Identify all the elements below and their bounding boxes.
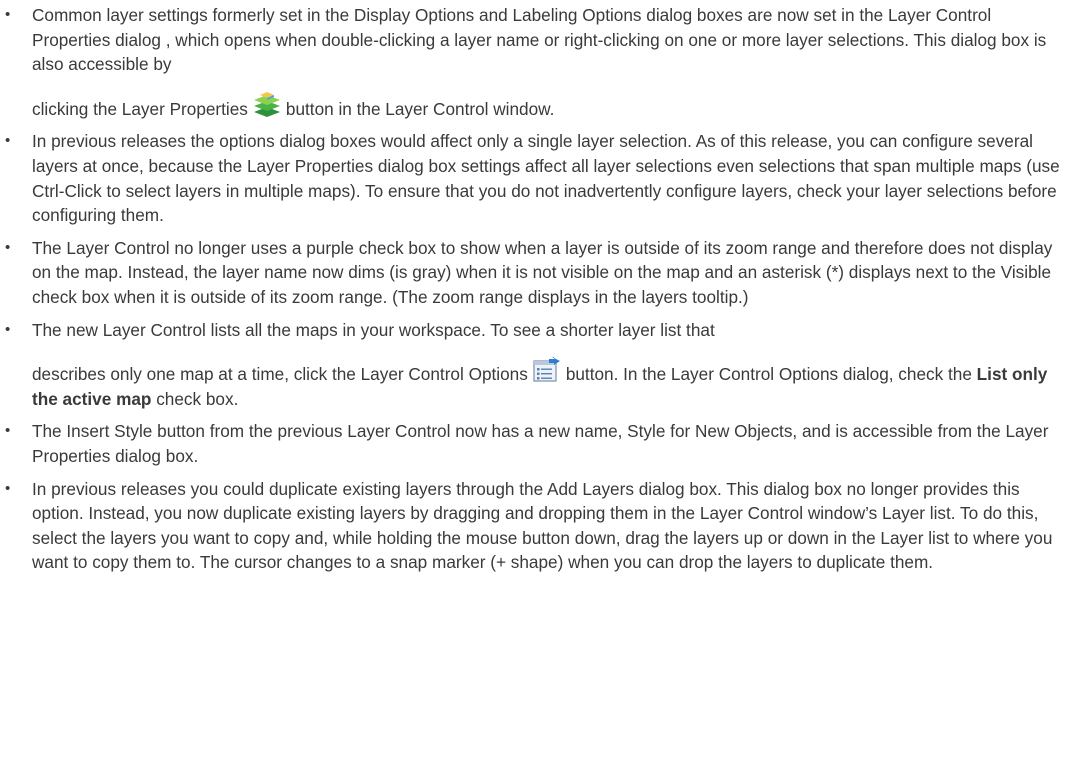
paragraph-text: In previous releases you could duplicate… <box>32 478 1053 573</box>
bullet-marker: • <box>5 422 11 440</box>
list-item: • The Layer Control no longer uses a pur… <box>0 236 1071 310</box>
paragraph-text: button in the Layer Control window. <box>285 98 555 119</box>
bullet-marker: • <box>5 479 11 497</box>
bullet-marker: • <box>5 6 11 23</box>
paragraph-text: The Layer Control no longer uses a purpl… <box>32 237 1053 307</box>
paragraph-text: check box. <box>156 388 239 409</box>
paragraph-text: The Insert Style button from the previou… <box>32 421 1049 466</box>
bullet-marker: • <box>5 320 11 338</box>
list-item: • The Insert Style button from the previ… <box>0 419 1071 468</box>
list-item: • The new Layer Control lists all the ma… <box>0 318 1071 412</box>
paragraph-text: Common layer settings formerly set in th… <box>32 5 1047 75</box>
bullet-list: • Common layer settings formerly set in … <box>0 3 1071 575</box>
paragraph-text: clicking the Layer Properties <box>32 98 248 119</box>
paragraph-text: In previous releases the options dialog … <box>32 131 1060 226</box>
layer-control-options-icon <box>532 356 562 384</box>
bullet-marker: • <box>5 132 11 150</box>
layer-properties-icon <box>252 91 282 119</box>
paragraph-text: button. In the Layer Control Options dia… <box>565 364 972 385</box>
paragraph-text: describes only one map at a time, click … <box>32 364 528 385</box>
document-body: • Common layer settings formerly set in … <box>0 0 1071 575</box>
paragraph-text: The new Layer Control lists all the maps… <box>32 319 715 340</box>
list-item: • In previous releases you could duplica… <box>0 477 1071 575</box>
bullet-marker: • <box>5 238 11 256</box>
list-item: • In previous releases the options dialo… <box>0 129 1071 227</box>
list-item: • Common layer settings formerly set in … <box>0 3 1071 121</box>
